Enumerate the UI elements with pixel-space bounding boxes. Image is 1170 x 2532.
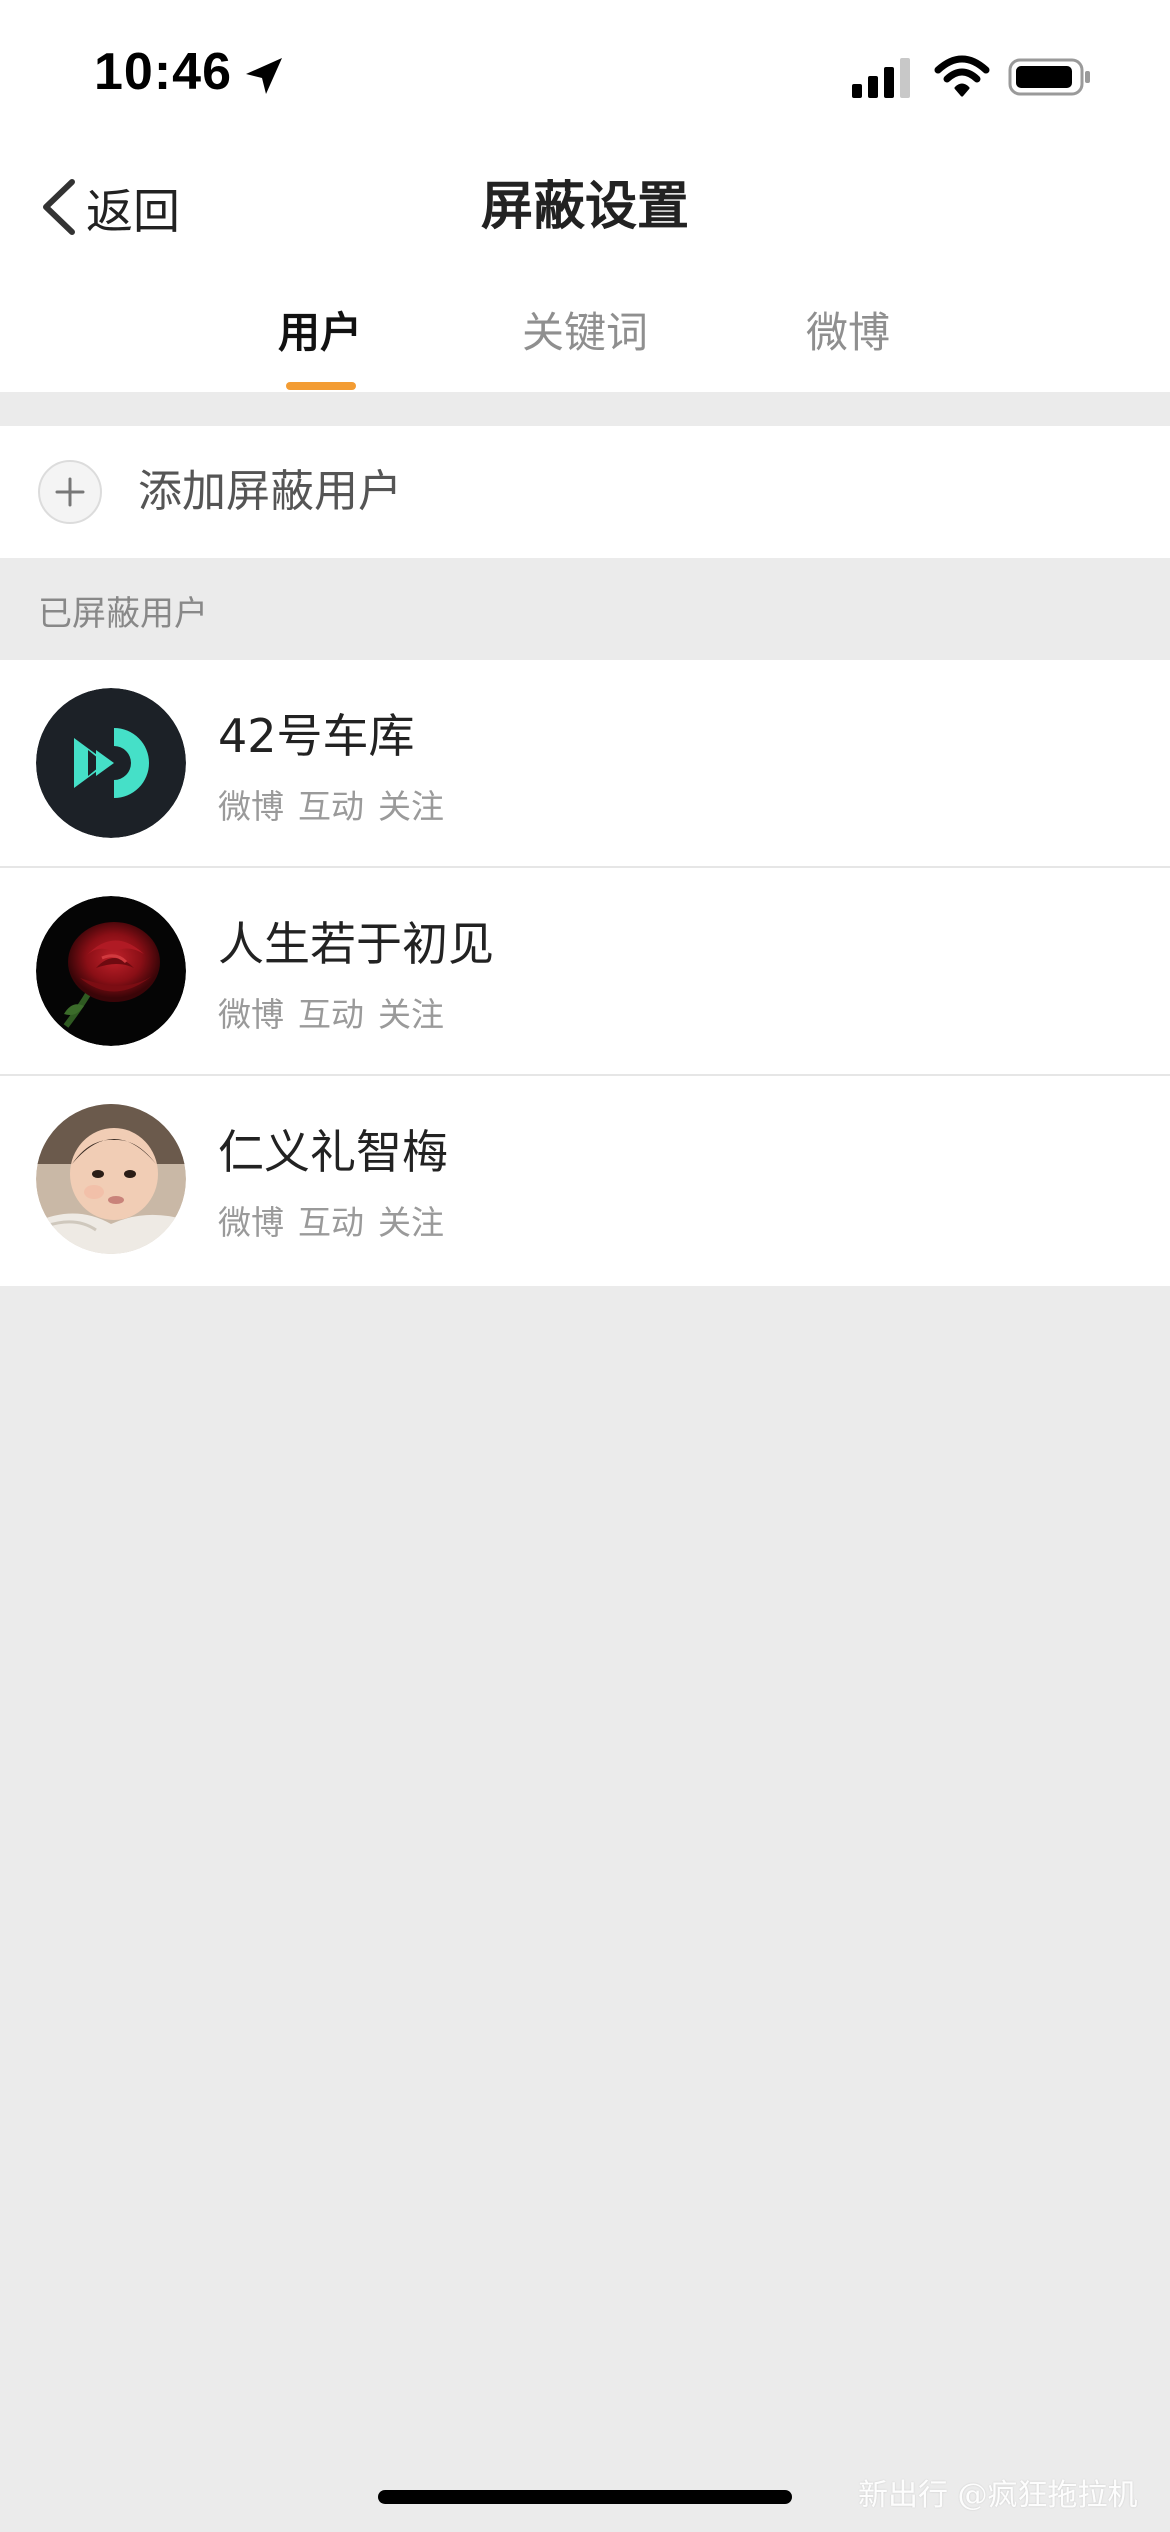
add-blocked-user-button[interactable]: 添加屏蔽用户 [0, 426, 1170, 558]
user-name: 人生若于初见 [218, 917, 494, 971]
user-name: 42号车库 [218, 709, 415, 763]
tab-bar: 用户 关键词 微博 [0, 298, 1170, 392]
tag-weibo: 微博 [218, 787, 284, 826]
play-logo-avatar [36, 688, 186, 838]
section-header: 已屏蔽用户 [38, 594, 208, 634]
add-blocked-user-label: 添加屏蔽用户 [138, 466, 402, 517]
user-tags: 微博 互动 关注 [218, 992, 458, 1038]
page-title: 屏蔽设置 [480, 177, 689, 237]
blocked-user-row[interactable]: 人生若于初见 微博 互动 关注 [0, 868, 1170, 1076]
wifi-icon [934, 55, 990, 97]
user-tags: 微博 互动 关注 [218, 1200, 458, 1246]
active-tab-indicator [286, 382, 356, 390]
tag-weibo: 微博 [218, 1203, 284, 1242]
tag-interaction: 互动 [298, 1203, 364, 1242]
tag-follow: 关注 [378, 787, 444, 826]
plus-icon [38, 460, 102, 524]
status-time: 10:46 [94, 43, 232, 101]
tab-keywords[interactable]: 关键词 [522, 298, 648, 368]
tag-follow: 关注 [378, 995, 444, 1034]
battery-icon [1008, 58, 1090, 96]
watermark: 新出行 @疯狂拖拉机 [858, 2478, 1138, 2513]
cellular-signal-icon [852, 58, 910, 98]
user-tags: 微博 互动 关注 [218, 784, 458, 830]
home-indicator[interactable] [378, 2490, 792, 2504]
blocked-user-list: 42号车库 微博 互动 关注 人生若于初见 微博 互动 关注 仁义礼智梅 微博 … [0, 660, 1170, 1286]
user-name: 仁义礼智梅 [218, 1125, 448, 1179]
baby-photo-avatar [36, 1104, 186, 1254]
blocked-user-row[interactable]: 仁义礼智梅 微博 互动 关注 [0, 1076, 1170, 1286]
rose-avatar [36, 896, 186, 1046]
blocked-user-row[interactable]: 42号车库 微博 互动 关注 [0, 660, 1170, 868]
location-arrow-icon [246, 58, 282, 94]
tag-interaction: 互动 [298, 787, 364, 826]
tag-interaction: 互动 [298, 995, 364, 1034]
tab-users[interactable]: 用户 [278, 298, 362, 368]
tag-weibo: 微博 [218, 995, 284, 1034]
tab-weibo[interactable]: 微博 [806, 298, 890, 368]
header-area: 10:46 返回 屏蔽设置 用户 关键词 微博 [0, 0, 1170, 392]
tag-follow: 关注 [378, 1203, 444, 1242]
